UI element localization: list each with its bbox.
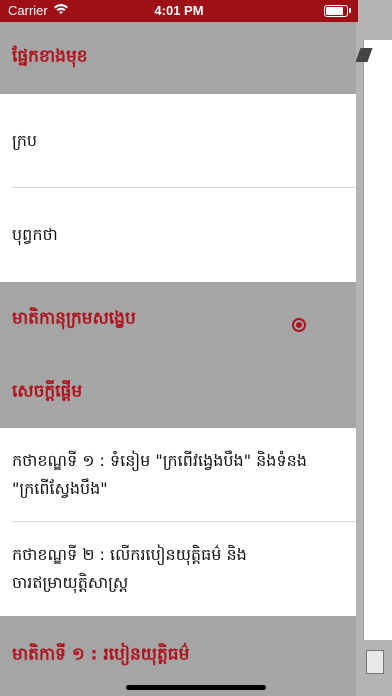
menu-item-paragraph-2[interactable]: កថាខណ្ឌទី ២ : លើករបៀនយុត្តិធម៌ និង ចារឥម… xyxy=(0,522,356,616)
time-label: 4:01 PM xyxy=(154,3,204,18)
background-content-strip xyxy=(363,40,392,640)
menu-item-paragraph-1[interactable]: កថាខណ្ឌទី ១ : ទំនៀម "ក្រពើវង្វេងបឹង" និង… xyxy=(0,428,356,522)
section-title: មាតិកានុក្រមសង្ខេប xyxy=(12,308,136,329)
menu-item-cover[interactable]: ក្រប xyxy=(0,94,356,188)
background-page xyxy=(355,0,392,696)
menu-item-label: បុព្វកថា xyxy=(12,225,58,244)
menu-item-label: ក្រប xyxy=(12,131,38,150)
menu-item-label: កថាខណ្ឌទី ២ : លើករបៀនយុត្តិធម៌ និង ចារឥម… xyxy=(12,545,247,592)
section-title: ផ្នែកខាងមុខ xyxy=(12,46,88,67)
section-header-front-matter[interactable]: ផ្នែកខាងមុខ xyxy=(0,22,356,94)
navigation-drawer: ផ្នែកខាងមុខ ក្រប បុព្វកថា មាតិកានុក្រមសង… xyxy=(0,0,356,696)
menu-item-label: កថាខណ្ឌទី ១ : ទំនៀម "ក្រពើវង្វេងបឹង" និង… xyxy=(12,451,307,498)
home-indicator xyxy=(126,685,266,690)
battery-icon xyxy=(324,5,351,17)
menu-item-preface[interactable]: បុព្វកថា xyxy=(0,188,356,282)
section-header-summary-contents[interactable]: មាតិកានុក្រមសង្ខេប xyxy=(0,282,356,358)
section-header-introduction[interactable]: សេចក្ដីផ្ដើម xyxy=(0,358,356,428)
radio-selected-icon[interactable] xyxy=(292,318,306,332)
status-bar: Carrier 4:01 PM xyxy=(0,0,358,22)
section-title: មាតិកាទី ១ : របៀនយុត្តិធម៌ xyxy=(12,644,190,665)
background-control xyxy=(366,650,384,674)
section-title: សេចក្ដីផ្ដើម xyxy=(12,381,83,402)
section-header-chapter-1[interactable]: មាតិកាទី ១ : របៀនយុត្តិធម៌ xyxy=(0,616,356,696)
